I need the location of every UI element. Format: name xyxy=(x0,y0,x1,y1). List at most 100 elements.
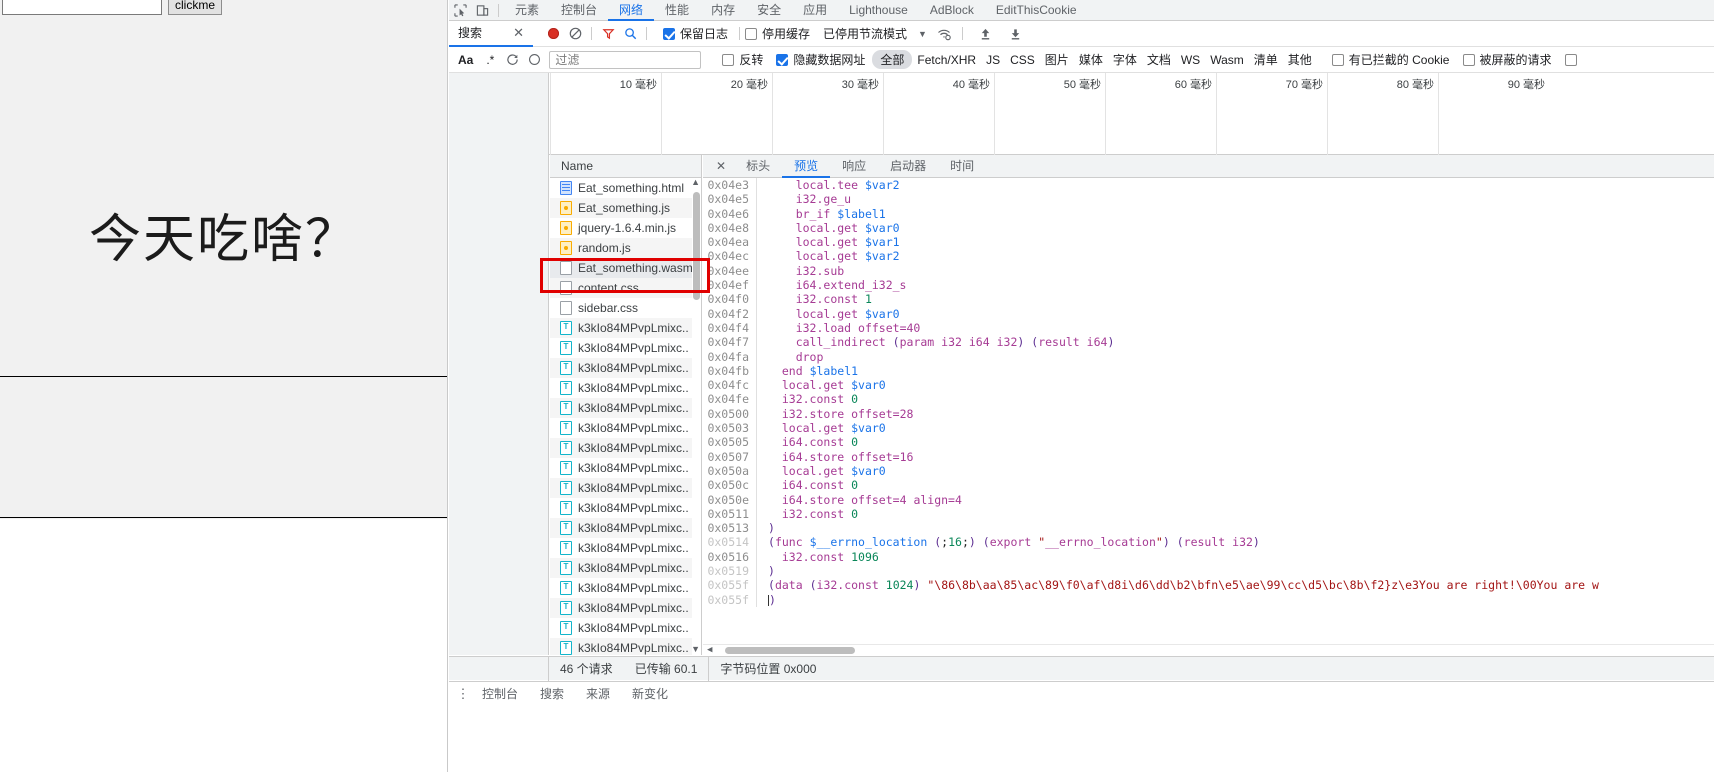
tab-memory[interactable]: 内存 xyxy=(700,0,746,21)
throttling-label[interactable]: 已停用节流模式 xyxy=(823,25,907,42)
hide-data-urls-toggle[interactable]: 隐藏数据网址 xyxy=(776,51,865,68)
table-row[interactable]: content.css xyxy=(550,278,701,298)
search-sidebar-tab[interactable]: 搜索 ✕ xyxy=(449,21,533,47)
tab-editthiscookie[interactable]: EditThisCookie xyxy=(985,0,1088,21)
blocked-cookies-toggle[interactable]: 有已拦截的 Cookie xyxy=(1331,51,1450,68)
inspect-element-icon[interactable] xyxy=(449,1,471,20)
search-icon[interactable] xyxy=(619,24,641,43)
table-row[interactable]: k3kIo84MPvpLmixc.. xyxy=(550,618,701,638)
clickme-button[interactable]: clickme xyxy=(168,0,223,15)
table-row[interactable]: k3kIo84MPvpLmixc.. xyxy=(550,378,701,398)
drawer-tab-console[interactable]: 控制台 xyxy=(471,682,529,706)
table-row[interactable]: Eat_something.html xyxy=(550,178,701,198)
table-row[interactable]: Eat_something.wasm xyxy=(550,258,701,278)
filter-type-font[interactable]: 字体 xyxy=(1108,51,1142,68)
detail-tab-headers[interactable]: 标头 xyxy=(734,155,782,178)
clear-filter-icon[interactable] xyxy=(523,50,545,69)
scroll-down-icon[interactable]: ▼ xyxy=(691,644,700,654)
drawer-tab-search[interactable]: 搜索 xyxy=(529,682,575,706)
invert-toggle[interactable]: 反转 xyxy=(722,51,763,68)
filter-type-other[interactable]: 其他 xyxy=(1283,51,1317,68)
close-icon[interactable]: ✕ xyxy=(513,25,524,41)
table-row[interactable]: k3kIo84MPvpLmixc.. xyxy=(550,478,701,498)
filter-type-all[interactable]: 全部 xyxy=(872,50,913,69)
table-row[interactable]: k3kIo84MPvpLmixc.. xyxy=(550,598,701,618)
scrollbar-thumb[interactable] xyxy=(693,192,700,300)
table-row[interactable]: k3kIo84MPvpLmixc.. xyxy=(550,358,701,378)
detail-tab-initiator[interactable]: 启动器 xyxy=(878,155,938,178)
detail-tab-timing[interactable]: 时间 xyxy=(938,155,986,178)
wasm-disassembly-view[interactable]: 0x04e3 local.tee $var2 0x04e5 i32.ge_u 0x0… xyxy=(703,178,1714,655)
preserve-log-toggle[interactable]: 保留日志 xyxy=(663,25,728,42)
wifi-settings-icon[interactable] xyxy=(933,24,955,43)
table-row[interactable]: sidebar.css xyxy=(550,298,701,318)
filter-type-js[interactable]: JS xyxy=(981,53,1005,67)
table-row[interactable]: k3kIo84MPvpLmixc.. xyxy=(550,338,701,358)
code-scrollbar-thumb[interactable] xyxy=(725,647,855,654)
import-har-icon[interactable] xyxy=(975,24,997,43)
record-button[interactable] xyxy=(542,24,564,43)
filter-input[interactable]: 过滤 xyxy=(549,50,702,69)
drawer-tab-sources[interactable]: 来源 xyxy=(575,682,621,706)
table-row[interactable]: k3kIo84MPvpLmixc.. xyxy=(550,538,701,558)
tab-network[interactable]: 网络 xyxy=(608,0,655,21)
invert-checkbox[interactable] xyxy=(722,53,735,66)
request-list[interactable]: Name Eat_something.html Eat_something.js j… xyxy=(550,155,702,655)
table-row[interactable]: k3kIo84MPvpLmixc.. xyxy=(550,558,701,578)
disable-cache-toggle[interactable]: 停用缓存 xyxy=(745,25,810,42)
table-row[interactable]: random.js xyxy=(550,238,701,258)
regex-button[interactable]: .* xyxy=(479,53,501,67)
request-list-header[interactable]: Name xyxy=(550,155,701,178)
preserve-log-checkbox[interactable] xyxy=(663,27,675,40)
table-row[interactable]: k3kIo84MPvpLmixc.. xyxy=(550,638,701,655)
scroll-left-icon[interactable]: ◀ xyxy=(707,645,712,655)
code-horizontal-scrollbar[interactable]: ◀ xyxy=(703,644,1714,655)
drawer-tab-changes[interactable]: 新变化 xyxy=(621,682,679,706)
tab-adblock[interactable]: AdBlock xyxy=(919,0,985,21)
table-row[interactable]: jquery-1.6.4.min.js xyxy=(550,218,701,238)
tab-application[interactable]: 应用 xyxy=(792,0,838,21)
tab-elements[interactable]: 元素 xyxy=(504,0,550,21)
more-options-icon[interactable]: ⋮ xyxy=(455,687,471,700)
blocked-cookies-checkbox[interactable] xyxy=(1331,53,1344,66)
export-har-icon[interactable] xyxy=(1005,24,1027,43)
filter-type-fetch-xhr[interactable]: Fetch/XHR xyxy=(912,53,981,67)
table-row[interactable]: k3kIo84MPvpLmixc.. xyxy=(550,398,701,418)
disable-cache-checkbox[interactable] xyxy=(745,27,758,40)
table-row[interactable]: k3kIo84MPvpLmixc.. xyxy=(550,498,701,518)
tab-performance[interactable]: 性能 xyxy=(654,0,700,21)
filter-icon[interactable] xyxy=(597,24,619,43)
blocked-requests-checkbox[interactable] xyxy=(1462,53,1475,66)
filter-type-media[interactable]: 媒体 xyxy=(1074,51,1108,68)
table-row[interactable]: k3kIo84MPvpLmixc.. xyxy=(550,458,701,478)
blocked-requests-toggle[interactable]: 被屏蔽的请求 xyxy=(1462,51,1552,68)
clear-icon[interactable] xyxy=(564,24,586,43)
detail-tab-response[interactable]: 响应 xyxy=(830,155,878,178)
filter-type-css[interactable]: CSS xyxy=(1005,53,1040,67)
chevron-down-icon[interactable]: ▼ xyxy=(918,29,927,39)
filter-type-manifest[interactable]: 清单 xyxy=(1249,51,1283,68)
third-party-toggle[interactable] xyxy=(1564,53,1577,66)
device-toolbar-icon[interactable] xyxy=(471,1,493,20)
table-row[interactable]: k3kIo84MPvpLmixc.. xyxy=(550,518,701,538)
filter-type-img[interactable]: 图片 xyxy=(1040,51,1074,68)
filter-type-wasm[interactable]: Wasm xyxy=(1205,53,1249,67)
refresh-icon[interactable] xyxy=(501,50,523,69)
table-row[interactable]: k3kIo84MPvpLmixc.. xyxy=(550,318,701,338)
table-row[interactable]: k3kIo84MPvpLmixc.. xyxy=(550,438,701,458)
close-detail-icon[interactable]: ✕ xyxy=(708,159,734,173)
match-case-button[interactable]: Aa xyxy=(449,53,479,67)
text-input[interactable] xyxy=(2,0,162,15)
table-row[interactable]: Eat_something.js xyxy=(550,198,701,218)
table-row[interactable]: k3kIo84MPvpLmixc.. xyxy=(550,418,701,438)
request-list-scrollbar[interactable]: ▲ ▼ xyxy=(691,177,701,655)
tab-lighthouse[interactable]: Lighthouse xyxy=(838,0,919,21)
tab-console[interactable]: 控制台 xyxy=(550,0,608,21)
third-party-checkbox[interactable] xyxy=(1564,53,1577,66)
detail-tab-preview[interactable]: 预览 xyxy=(782,155,831,178)
table-row[interactable]: k3kIo84MPvpLmixc.. xyxy=(550,578,701,598)
filter-type-doc[interactable]: 文档 xyxy=(1142,51,1176,68)
scroll-up-icon[interactable]: ▲ xyxy=(691,177,700,187)
filter-type-ws[interactable]: WS xyxy=(1176,53,1205,67)
hide-data-urls-checkbox[interactable] xyxy=(776,53,789,66)
